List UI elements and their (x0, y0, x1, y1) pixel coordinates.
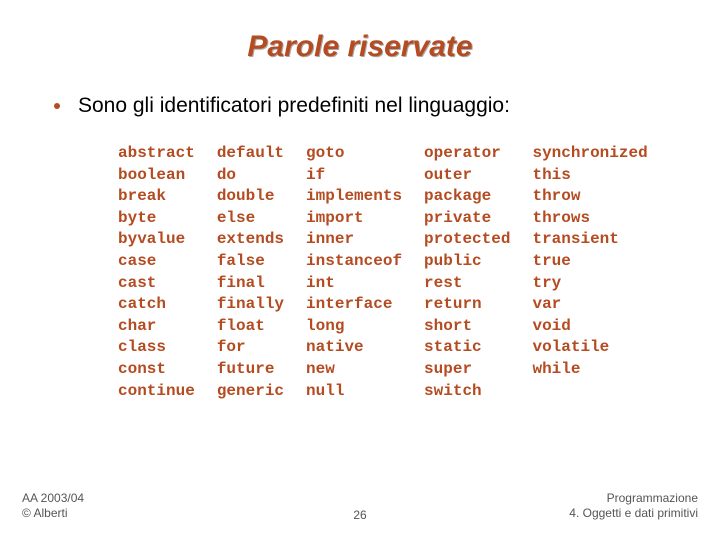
keyword-col-3: goto if implements import inner instance… (306, 143, 402, 402)
footer-right: Programmazione 4. Oggetti e dati primiti… (569, 491, 698, 522)
footer-left: AA 2003/04 © Alberti (22, 491, 84, 522)
keywords-grid: abstract boolean break byte byvalue case… (30, 143, 690, 402)
footer: AA 2003/04 © Alberti 26 Programmazione 4… (0, 491, 720, 522)
slide: Parole riservate Sono gli identificatori… (0, 0, 720, 540)
keyword-col-4: operator outer package private protected… (424, 143, 510, 402)
bullet-icon (54, 103, 60, 109)
footer-author: © Alberti (22, 506, 68, 520)
footer-year: AA 2003/04 (22, 491, 84, 505)
slide-title: Parole riservate (30, 30, 690, 64)
keyword-col-2: default do double else extends false fin… (217, 143, 284, 402)
keyword-col-1: abstract boolean break byte byvalue case… (118, 143, 195, 402)
footer-course: Programmazione (607, 491, 698, 505)
bullet-text: Sono gli identificatori predefiniti nel … (78, 94, 510, 118)
bullet-row: Sono gli identificatori predefiniti nel … (30, 94, 690, 118)
keyword-col-5: synchronized this throw throws transient… (532, 143, 647, 402)
page-number: 26 (353, 508, 366, 522)
footer-topic: 4. Oggetti e dati primitivi (569, 506, 698, 520)
